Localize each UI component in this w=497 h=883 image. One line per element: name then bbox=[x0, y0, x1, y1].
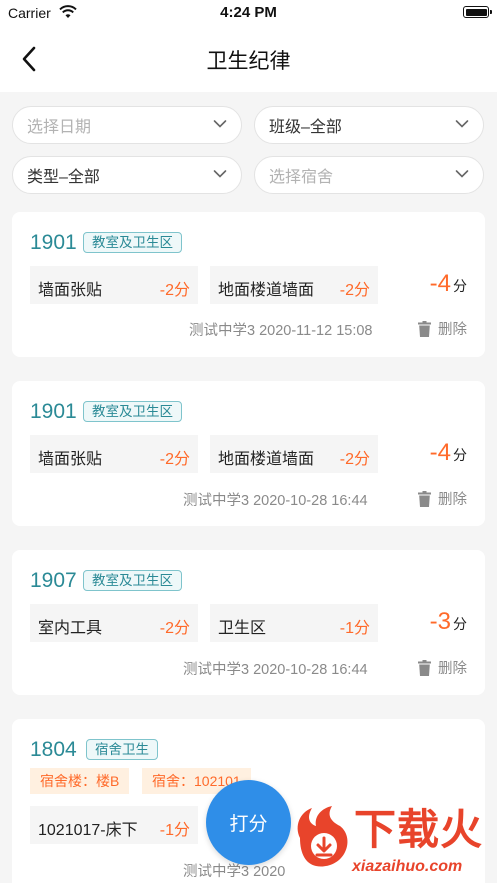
trash-icon bbox=[418, 320, 431, 337]
record-total-value: -4 bbox=[429, 439, 451, 466]
deduction-item-name: 室内工具 bbox=[38, 620, 103, 637]
class-filter-select[interactable]: 班级–全部 bbox=[254, 106, 484, 144]
deduction-item-points: -2分 bbox=[159, 620, 190, 637]
record-class: 1901 bbox=[30, 400, 77, 423]
record-total: -4 分 bbox=[430, 270, 467, 298]
class-filter-value: 班级–全部 bbox=[269, 119, 342, 136]
record-total: -4 分 bbox=[430, 439, 467, 467]
deduction-item: 卫生区 -1分 bbox=[210, 604, 378, 642]
deduction-item: 墙面张贴 -2分 bbox=[30, 266, 198, 304]
status-time: 4:24 PM bbox=[220, 4, 277, 21]
record-meta: 测试中学3 2020-10-28 16:44 bbox=[183, 493, 368, 509]
record-category-tag: 宿舍卫生 bbox=[86, 739, 158, 760]
deduction-item-name: 卫生区 bbox=[218, 620, 267, 637]
status-bar: Carrier 4:24 PM bbox=[0, 0, 497, 26]
deduction-item-points: -2分 bbox=[339, 451, 370, 468]
deduction-item-points: -1分 bbox=[159, 822, 190, 839]
record-class: 1901 bbox=[30, 231, 77, 254]
record-card[interactable]: 1901 教室及卫生区 墙面张贴 -2分 地面楼道墙面 -2分 -4 分 测试中学… bbox=[12, 381, 485, 526]
record-total-unit: 分 bbox=[453, 616, 467, 632]
battery-icon bbox=[463, 6, 492, 18]
chevron-down-icon bbox=[455, 120, 469, 128]
deduction-item-name: 1021017-床下 bbox=[38, 822, 138, 839]
date-filter-placeholder: 选择日期 bbox=[27, 119, 92, 136]
record-total: -3 分 bbox=[430, 608, 467, 636]
deduction-item: 1021017-床下 -1分 bbox=[30, 806, 198, 844]
record-total-value: -3 bbox=[429, 608, 451, 635]
type-filter-select[interactable]: 类型–全部 bbox=[12, 156, 242, 194]
record-category-tag: 教室及卫生区 bbox=[83, 232, 182, 253]
trash-icon bbox=[418, 490, 431, 507]
deduction-item-points: -2分 bbox=[159, 451, 190, 468]
page-title: 卫生纪律 bbox=[206, 50, 291, 73]
record-category-tag: 教室及卫生区 bbox=[83, 401, 182, 422]
type-filter-value: 类型–全部 bbox=[27, 169, 100, 186]
record-total-unit: 分 bbox=[453, 447, 467, 463]
deduction-item-points: -2分 bbox=[339, 282, 370, 299]
chevron-down-icon bbox=[455, 170, 469, 178]
deduction-item-name: 地面楼道墙面 bbox=[218, 282, 315, 299]
watermark-sub-text: xiazaihuo.com bbox=[352, 858, 463, 875]
deduction-item-name: 墙面张贴 bbox=[38, 451, 103, 468]
deduction-item-name: 墙面张贴 bbox=[38, 282, 103, 299]
record-class: 1804 bbox=[30, 738, 77, 761]
deduction-item: 墙面张贴 -2分 bbox=[30, 435, 198, 473]
deduction-item: 地面楼道墙面 -2分 bbox=[210, 435, 378, 473]
record-meta: 测试中学3 2020-11-12 15:08 bbox=[189, 323, 373, 339]
record-meta: 测试中学3 2020-10-28 16:44 bbox=[183, 662, 368, 678]
delete-label: 删除 bbox=[438, 492, 467, 508]
record-category-tag: 教室及卫生区 bbox=[83, 570, 182, 591]
record-total-unit: 分 bbox=[453, 278, 467, 294]
delete-label: 删除 bbox=[438, 322, 467, 338]
date-filter-select[interactable]: 选择日期 bbox=[12, 106, 242, 144]
dorm-filter-placeholder: 选择宿舍 bbox=[269, 169, 334, 186]
record-total-value: -4 bbox=[429, 270, 451, 297]
flame-logo-icon bbox=[297, 806, 348, 867]
deduction-item: 室内工具 -2分 bbox=[30, 604, 198, 642]
deduction-item-points: -1分 bbox=[339, 620, 370, 637]
watermark-main-text: 下载火 bbox=[354, 806, 484, 853]
delete-button[interactable]: 删除 bbox=[418, 318, 467, 339]
nav-bar: 卫生纪律 bbox=[0, 26, 497, 92]
record-class: 1907 bbox=[30, 569, 77, 592]
watermark-logo: 下载火 xiazaihuo.com bbox=[290, 792, 497, 883]
dorm-filter-select[interactable]: 选择宿舍 bbox=[254, 156, 484, 194]
record-card[interactable]: 1907 教室及卫生区 室内工具 -2分 卫生区 -1分 -3 分 测试中学3 2… bbox=[12, 550, 485, 695]
chevron-down-icon bbox=[213, 170, 227, 178]
record-meta: 测试中学3 2020 bbox=[183, 864, 286, 880]
deduction-item: 地面楼道墙面 -2分 bbox=[210, 266, 378, 304]
deduction-item-points: -2分 bbox=[159, 282, 190, 299]
score-fab-label: 打分 bbox=[229, 814, 268, 835]
chevron-down-icon bbox=[213, 120, 227, 128]
deduction-item-name: 地面楼道墙面 bbox=[218, 451, 315, 468]
delete-label: 删除 bbox=[438, 661, 467, 677]
score-fab-button[interactable]: 打分 bbox=[206, 780, 291, 865]
trash-icon bbox=[418, 659, 431, 676]
delete-button[interactable]: 删除 bbox=[418, 657, 467, 678]
delete-button[interactable]: 删除 bbox=[418, 488, 467, 509]
dorm-building-tag: 宿舍楼：楼B bbox=[30, 768, 130, 794]
record-card[interactable]: 1901 教室及卫生区 墙面张贴 -2分 地面楼道墙面 -2分 -4 分 测试中学… bbox=[12, 212, 485, 357]
